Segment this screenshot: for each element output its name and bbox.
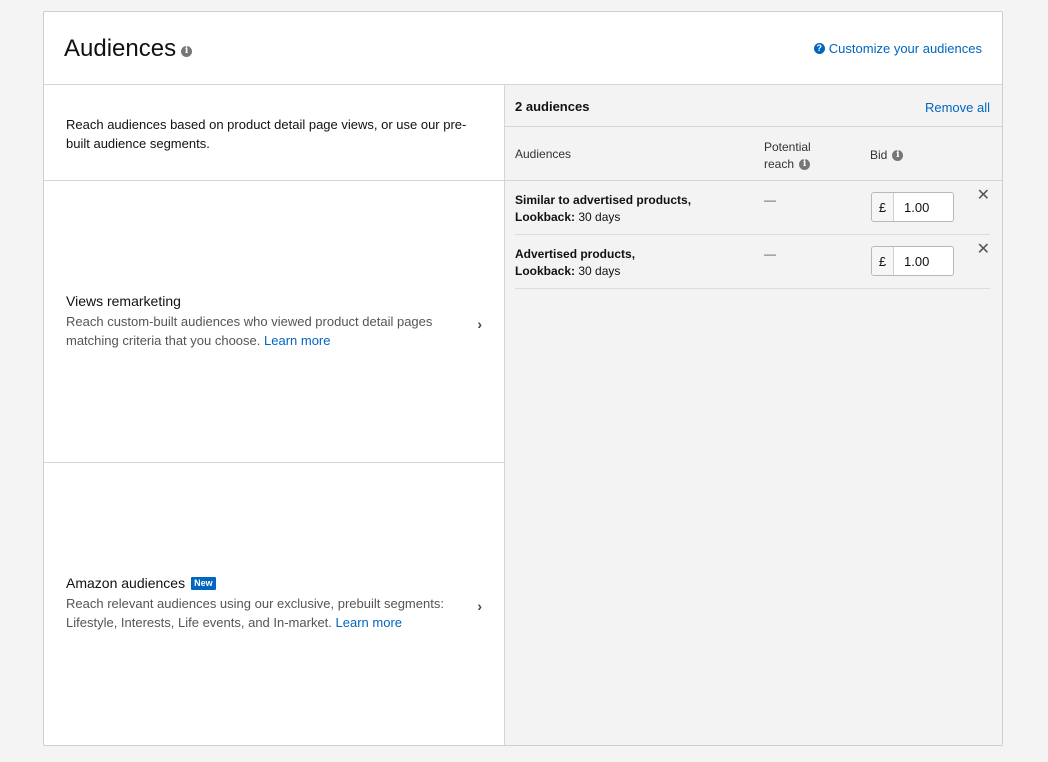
lookback-value: 30 days: [578, 264, 621, 278]
page-title-text: Audiences: [64, 35, 177, 62]
column-header-audiences: Audiences: [515, 147, 572, 161]
close-icon[interactable]: ✕: [977, 187, 990, 204]
bid-header-label: Bid: [870, 148, 888, 162]
selected-audiences-header: 2 audiences Remove all: [505, 85, 1002, 127]
selected-audiences-panel: 2 audiences Remove all Audiences Potenti…: [505, 85, 1002, 745]
bid-value[interactable]: 1.00: [894, 247, 929, 275]
lookback-label: Lookback:: [515, 210, 576, 224]
learn-more-link[interactable]: Learn more: [264, 333, 330, 348]
currency-symbol: £: [872, 193, 894, 221]
audience-title: Advertised products,: [515, 247, 636, 261]
chevron-right-icon[interactable]: ›: [477, 316, 482, 332]
bid-input[interactable]: £ 1.00: [871, 192, 954, 222]
option-description: Reach custom-built audiences who viewed …: [66, 312, 456, 350]
customize-audiences-label: Customize your audiences: [828, 41, 982, 56]
remove-all-button[interactable]: Remove all: [925, 100, 990, 115]
option-description-text: Reach custom-built audiences who viewed …: [66, 314, 433, 348]
reach-header-line2: reach: [764, 157, 795, 171]
amazon-audiences-option[interactable]: Amazon audiences New Reach relevant audi…: [44, 463, 504, 745]
reach-header-line1: Potential: [764, 140, 811, 154]
potential-reach-value: —: [764, 247, 776, 261]
views-remarketing-option[interactable]: Views remarketing Reach custom-built aud…: [44, 181, 504, 463]
option-text: Views remarketing Reach custom-built aud…: [66, 293, 456, 350]
option-title-label: Amazon audiences: [66, 575, 186, 591]
table-row: Similar to advertised products, Lookback…: [515, 181, 990, 235]
lookback-label: Lookback:: [515, 264, 576, 278]
info-icon[interactable]: i: [181, 45, 193, 57]
bid-input[interactable]: £ 1.00: [871, 246, 954, 276]
option-title-label: Views remarketing: [66, 293, 181, 309]
audience-name: Similar to advertised products, Lookback…: [515, 192, 691, 226]
column-header-potential-reach: Potential reach i: [764, 139, 811, 173]
card-header: Audiences i ? Customize your audiences: [44, 12, 1002, 85]
audience-name: Advertised products, Lookback: 30 days: [515, 246, 635, 280]
card-body: Reach audiences based on product detail …: [44, 85, 1002, 745]
audiences-card: Audiences i ? Customize your audiences R…: [43, 11, 1003, 746]
audience-options-panel: Reach audiences based on product detail …: [44, 85, 505, 745]
close-icon[interactable]: ✕: [977, 241, 990, 258]
info-icon[interactable]: i: [799, 159, 811, 170]
chevron-right-icon[interactable]: ›: [477, 598, 482, 614]
option-description: Reach relevant audiences using our exclu…: [66, 594, 456, 632]
lookback-value: 30 days: [578, 210, 621, 224]
new-badge: New: [191, 576, 216, 590]
audience-count: 2 audiences: [515, 99, 590, 114]
potential-reach-value: —: [764, 193, 776, 207]
table-row: Advertised products, Lookback: 30 days —…: [515, 235, 990, 289]
audience-rows: Similar to advertised products, Lookback…: [505, 181, 1002, 289]
currency-symbol: £: [872, 247, 894, 275]
audience-title: Similar to advertised products,: [515, 193, 692, 207]
intro-text: Reach audiences based on product detail …: [44, 85, 504, 181]
bid-value[interactable]: 1.00: [894, 193, 929, 221]
table-header: Audiences Potential reach i Bid i: [505, 127, 1002, 181]
column-header-bid: Bid i: [870, 148, 904, 162]
option-text: Amazon audiences New Reach relevant audi…: [66, 575, 456, 632]
customize-audiences-link[interactable]: ? Customize your audiences: [813, 41, 982, 56]
reach-header-line2-wrap: reach i: [764, 156, 811, 173]
learn-more-link[interactable]: Learn more: [336, 615, 402, 630]
option-title: Views remarketing: [66, 293, 456, 309]
page-title: Audiences i: [64, 35, 193, 63]
option-title: Amazon audiences New: [66, 575, 456, 591]
info-icon[interactable]: i: [892, 149, 904, 161]
help-icon: ?: [813, 43, 825, 54]
